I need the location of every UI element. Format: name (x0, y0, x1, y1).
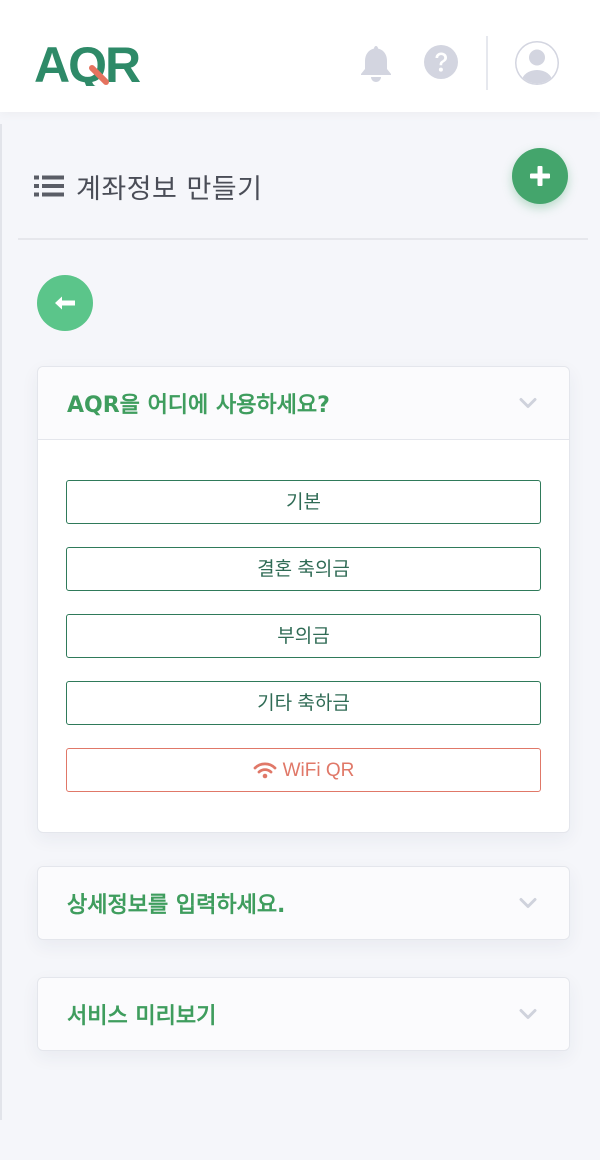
usage-options: 기본 결혼 축의금 부의금 기타 축하금 WiFi QR (38, 439, 569, 832)
details-section-card: 상세정보를 입력하세요. (37, 866, 570, 940)
chevron-down-icon (519, 1009, 537, 1019)
option-condolence-button[interactable]: 부의금 (66, 614, 541, 658)
wifi-qr-label: WiFi QR (282, 759, 355, 781)
back-button[interactable] (37, 275, 93, 331)
header-divider (486, 36, 488, 90)
chevron-down-icon (519, 398, 537, 408)
top-bar: AQR (0, 0, 600, 112)
add-button[interactable] (512, 148, 568, 204)
usage-section-header[interactable]: AQR을 어디에 사용하세요? (38, 367, 569, 439)
option-wifi-qr-button[interactable]: WiFi QR (66, 748, 541, 792)
aqr-logo[interactable]: AQR (34, 38, 150, 86)
details-section-header[interactable]: 상세정보를 입력하세요. (38, 867, 569, 939)
wifi-icon (253, 762, 277, 779)
preview-section-title: 서비스 미리보기 (67, 1004, 217, 1029)
user-avatar-icon[interactable] (514, 40, 560, 86)
preview-section-header[interactable]: 서비스 미리보기 (38, 978, 569, 1050)
plus-icon (530, 166, 550, 186)
page-header: 계좌정보 만들기 (34, 166, 262, 206)
option-basic-button[interactable]: 기본 (66, 480, 541, 524)
bell-icon[interactable] (358, 44, 394, 82)
preview-section-card: 서비스 미리보기 (37, 977, 570, 1051)
header-separator (18, 238, 588, 240)
logo-text: AQR (34, 38, 141, 86)
list-icon (34, 175, 64, 197)
option-wedding-button[interactable]: 결혼 축의금 (66, 547, 541, 591)
question-circle-icon[interactable] (423, 44, 459, 80)
usage-section-title: AQR을 어디에 사용하세요? (67, 393, 330, 418)
chevron-down-icon (519, 898, 537, 908)
arrow-left-icon (55, 296, 75, 310)
sidebar-edge (0, 124, 2, 1120)
usage-section-card: AQR을 어디에 사용하세요? 기본 결혼 축의금 부의금 기타 축하금 WiF… (37, 366, 570, 833)
details-section-title: 상세정보를 입력하세요. (67, 893, 286, 918)
page-title: 계좌정보 만들기 (76, 173, 263, 205)
option-other-celebration-button[interactable]: 기타 축하금 (66, 681, 541, 725)
